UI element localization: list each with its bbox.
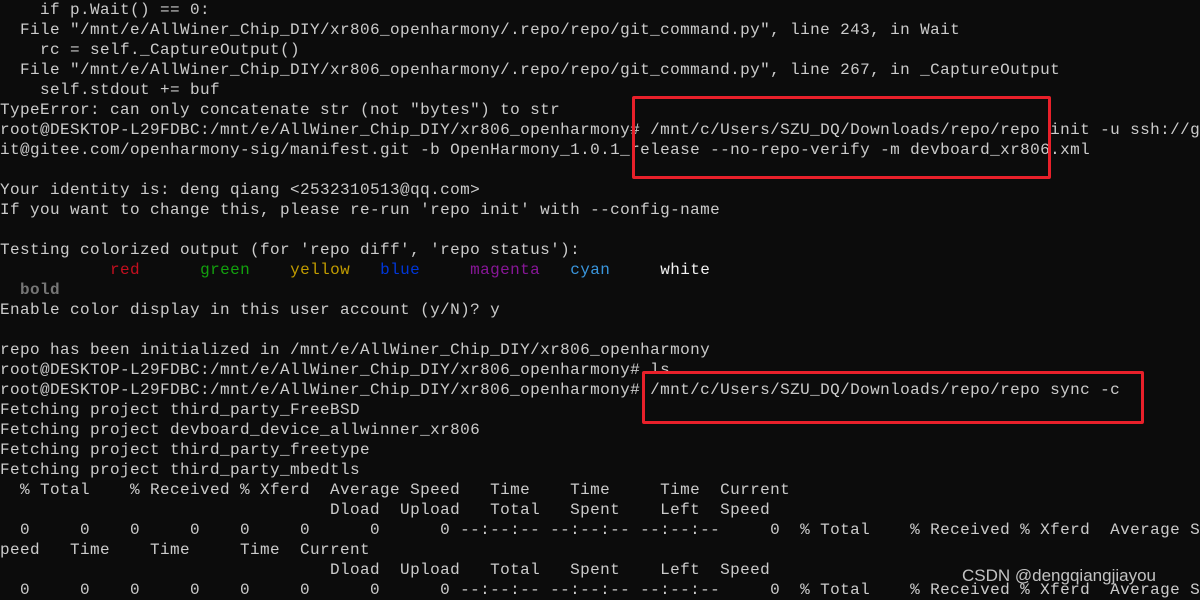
terminal-line: Enable color display in this user accoun…	[0, 301, 501, 319]
terminal-line: peed Time Time Time Current	[0, 541, 371, 559]
terminal-line: Fetching project third_party_freetype	[0, 441, 371, 459]
terminal-text-segment: yellow	[290, 261, 351, 279]
terminal-output[interactable]: if p.Wait() == 0: File "/mnt/e/AllWiner_…	[0, 0, 1200, 600]
terminal-line: if p.Wait() == 0:	[0, 1, 211, 19]
terminal-line: red green yellow blue magenta cyan white	[0, 260, 1200, 280]
terminal-line: File "/mnt/e/AllWiner_Chip_DIY/xr806_ope…	[0, 21, 961, 39]
terminal-text-segment: cyan	[570, 261, 611, 279]
terminal-line: rc = self._CaptureOutput()	[0, 41, 301, 59]
terminal-line: Dload Upload Total Spent Left Speed	[0, 501, 771, 519]
highlight-box-repo-init	[632, 96, 1051, 179]
terminal-line: bold	[0, 280, 1200, 300]
terminal-text-segment: magenta	[470, 261, 541, 279]
highlight-box-repo-sync	[642, 371, 1144, 424]
terminal-text-segment: bold	[20, 281, 61, 299]
terminal-line: Testing colorized output (for 'repo diff…	[0, 241, 581, 259]
terminal-text-segment: white	[660, 261, 711, 279]
terminal-line: Fetching project third_party_mbedtls	[0, 461, 361, 479]
terminal-line: % Total % Received % Xferd Average Speed…	[0, 481, 791, 499]
watermark: CSDN @dengqiangjiayou	[962, 566, 1156, 585]
terminal-line: Your identity is: deng qiang <2532310513…	[0, 181, 481, 199]
terminal-text-segment: green	[200, 261, 251, 279]
terminal-line: If you want to change this, please re-ru…	[0, 201, 721, 219]
terminal-text-segment: blue	[380, 261, 421, 279]
terminal-line: repo has been initialized in /mnt/e/AllW…	[0, 341, 711, 359]
terminal-text-segment: red	[110, 261, 141, 279]
terminal-line: File "/mnt/e/AllWiner_Chip_DIY/xr806_ope…	[0, 61, 1061, 79]
terminal-line: 0 0 0 0 0 0 0 0 --:--:-- --:--:-- --:--:…	[0, 521, 1200, 539]
